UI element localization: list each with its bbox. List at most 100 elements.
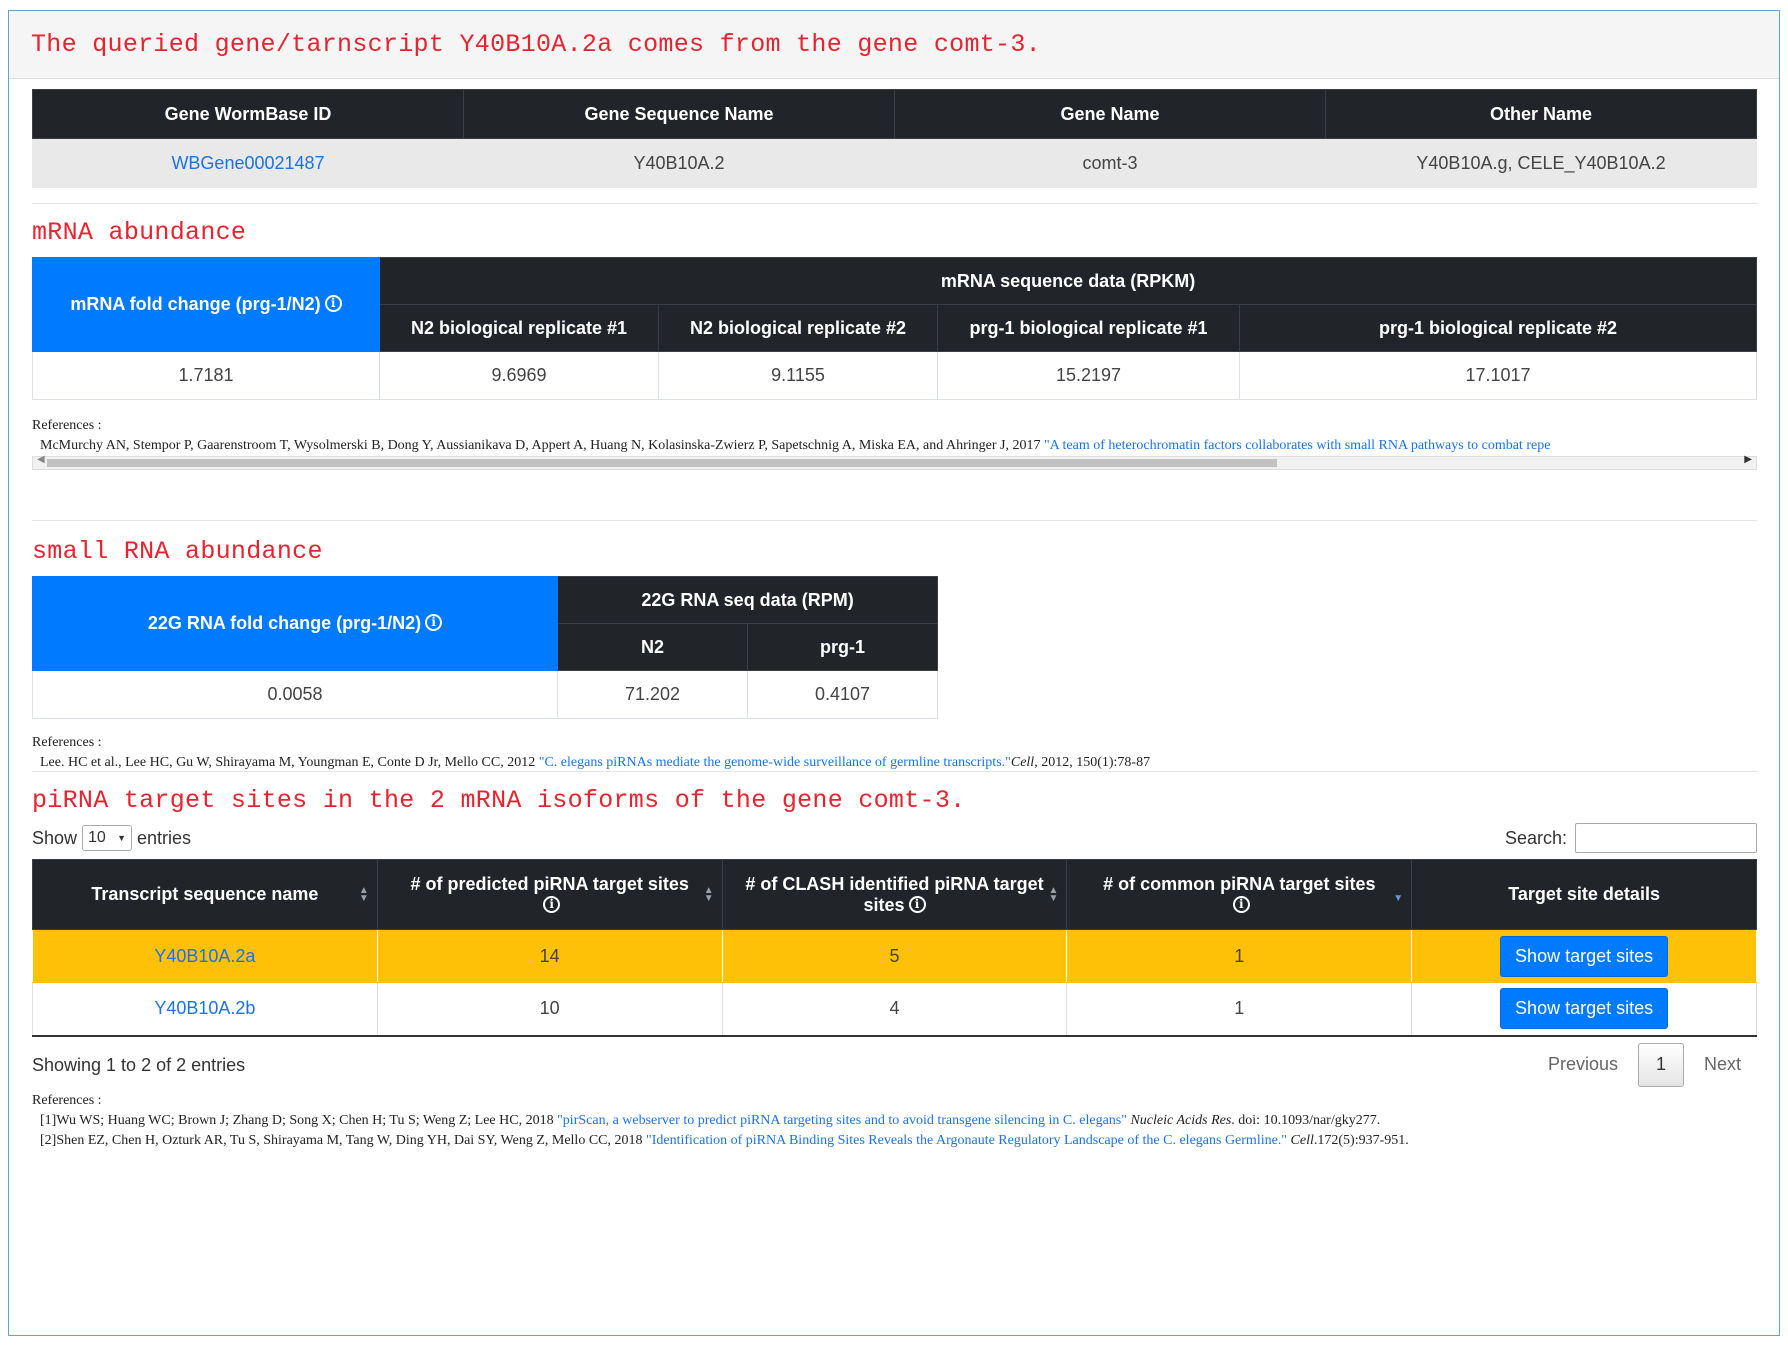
small-rna-table: 22G RNA fold change (prg-1/N2) i 22G RNA …	[32, 576, 938, 719]
transcript-link[interactable]: Y40B10A.2a	[154, 946, 255, 966]
info-icon[interactable]: i	[324, 295, 342, 312]
small-rna-fold-value: 0.0058	[32, 670, 558, 719]
reference-tail: , 2012, 150(1):78-87	[1034, 755, 1151, 770]
entries-select[interactable]: 10 ▼	[82, 825, 133, 851]
cell-sequence-name: Y40B10A.2	[463, 138, 895, 188]
mrna-fold-value: 1.7181	[32, 351, 380, 400]
col-header-transcript[interactable]: Transcript sequence name ▲ ▼	[32, 859, 378, 930]
divider	[32, 520, 1757, 521]
pirna-title: piRNA target sites in the 2 mRNA isoform…	[32, 786, 966, 815]
col-header-sequence-name: Gene Sequence Name	[463, 89, 895, 139]
cell-transcript: Y40B10A.2a	[32, 929, 378, 983]
table-footer: Showing 1 to 2 of 2 entries Previous 1 N…	[32, 1042, 1757, 1091]
reference-journal: Cell	[1010, 755, 1035, 770]
mrna-title: mRNA abundance	[32, 218, 247, 247]
sort-arrows-icon[interactable]: ▲ ▼	[1393, 885, 1403, 903]
sort-arrows-icon[interactable]: ▲ ▼	[704, 885, 714, 903]
header-prg1-rep1: prg-1 biological replicate #1	[937, 304, 1240, 352]
cell-predicted: 14	[376, 929, 723, 983]
cell-details: Show target sites	[1411, 982, 1757, 1036]
table-row: WBGene00021487 Y40B10A.2 comt-3 Y40B10A.…	[32, 138, 1757, 188]
search-label: Search:	[1504, 827, 1567, 848]
divider	[32, 771, 1757, 772]
header-n2: N2	[557, 623, 748, 671]
cell-predicted: 10	[376, 982, 723, 1036]
sort-arrows-icon[interactable]: ▲ ▼	[359, 885, 369, 903]
reference-link[interactable]: "Identification of piRNA Binding Sites R…	[646, 1133, 1287, 1148]
length-control: Show 10 ▼ entries	[32, 825, 191, 851]
gene-info-section: Gene WormBase ID Gene Sequence Name Gene…	[32, 89, 1757, 188]
info-icon[interactable]: i	[425, 614, 443, 631]
reference-journal: Nucleic Acids Res	[1130, 1112, 1232, 1128]
col-header-other-name: Other Name	[1325, 89, 1757, 139]
entries-select-value: 10	[88, 829, 106, 846]
reference-line: [1]Wu WS; Huang WC; Brown J; Zhang D; So…	[32, 1113, 1757, 1129]
reference-authors: [2]Shen EZ, Chen H, Ozturk AR, Tu S, Shi…	[40, 1132, 643, 1148]
reference-tail: .172(5):937-951.	[1313, 1132, 1409, 1148]
cell-clash: 4	[721, 982, 1068, 1036]
wormbase-id-link[interactable]: WBGene00021487	[171, 153, 324, 173]
transcript-link[interactable]: Y40B10A.2b	[154, 998, 255, 1018]
horizontal-scrollbar[interactable]: ◀ ▶	[32, 454, 1757, 470]
reference-journal: Cell	[1290, 1132, 1314, 1148]
reference-authors: Lee. HC et al., Lee HC, Gu W, Shirayama …	[40, 755, 536, 770]
mrna-fold-change-header: mRNA fold change (prg-1/N2) i	[32, 257, 380, 352]
cell-transcript: Y40B10A.2b	[32, 982, 378, 1036]
cell-details: Show target sites	[1411, 929, 1757, 983]
col-header-common[interactable]: # of common piRNA target sites i ▲ ▼	[1066, 859, 1413, 930]
gene-info-table: Gene WormBase ID Gene Sequence Name Gene…	[32, 89, 1757, 188]
info-icon[interactable]: i	[908, 895, 926, 913]
pirna-table: Transcript sequence name ▲ ▼ # of predicte…	[32, 859, 1757, 1037]
sort-arrows-icon[interactable]: ▲ ▼	[1048, 885, 1058, 903]
table-row: Y40B10A.2a 14 5 1 Show target sites	[32, 929, 1757, 983]
references-label: References :	[32, 735, 102, 750]
info-icon[interactable]: i	[543, 895, 561, 913]
table-info: Showing 1 to 2 of 2 entries	[32, 1054, 246, 1075]
result-panel: The queried gene/tarnscript Y40B10A.2a c…	[8, 10, 1780, 1336]
header-n2-rep1: N2 biological replicate #1	[379, 304, 659, 352]
reference-tail: . doi: 10.1093/nar/gky277.	[1231, 1112, 1381, 1128]
prg1-rep2-value: 17.1017	[1239, 351, 1757, 400]
reference-line: McMurchy AN, Stempor P, Gaarenstroom T, …	[32, 438, 1757, 454]
page-title: The queried gene/tarnscript Y40B10A.2a c…	[31, 30, 1041, 59]
arrow-right-icon[interactable]: ▶	[1744, 454, 1752, 465]
pirna-references: References : [1]Wu WS; Huang WC; Brown J…	[32, 1093, 1757, 1149]
show-target-sites-button[interactable]: Show target sites	[1500, 935, 1669, 977]
prg1-value: 0.4107	[747, 670, 938, 719]
n2-rep2-value: 9.1155	[658, 351, 938, 400]
header-label: # of CLASH identified piRNA target sites	[745, 873, 1044, 915]
page-1-button[interactable]: 1	[1637, 1042, 1684, 1087]
n2-value: 71.202	[557, 670, 748, 719]
reference-authors: [1]Wu WS; Huang WC; Brown J; Zhang D; So…	[40, 1112, 554, 1128]
small-rna-title: small RNA abundance	[32, 537, 323, 566]
references-label: References :	[32, 1092, 102, 1108]
chevron-down-icon: ▼	[117, 833, 127, 843]
col-header-details: Target site details	[1411, 859, 1757, 930]
search-input[interactable]	[1575, 823, 1757, 853]
show-target-sites-button[interactable]: Show target sites	[1500, 988, 1669, 1030]
header-label: Transcript sequence name	[91, 884, 319, 904]
cell-other-name: Y40B10A.g, CELE_Y40B10A.2	[1325, 138, 1757, 188]
mrna-references: References : McMurchy AN, Stempor P, Gaa…	[32, 418, 1757, 454]
arrow-left-icon[interactable]: ◀	[37, 454, 45, 465]
pagination: Previous 1 Next	[1548, 1042, 1741, 1087]
reference-link[interactable]: "C. elegans piRNAs mediate the genome-wi…	[539, 755, 1011, 770]
next-button[interactable]: Next	[1704, 1054, 1741, 1075]
col-header-clash[interactable]: # of CLASH identified piRNA target sites…	[721, 859, 1068, 930]
small-rna-fold-change-label: 22G RNA fold change (prg-1/N2)	[147, 613, 422, 633]
reference-authors: McMurchy AN, Stempor P, Gaarenstroom T, …	[40, 438, 1041, 453]
search-control: Search:	[1505, 823, 1757, 853]
prg1-rep1-value: 15.2197	[937, 351, 1240, 400]
col-header-predicted[interactable]: # of predicted piRNA target sites i ▲ ▼	[376, 859, 723, 930]
previous-button[interactable]: Previous	[1548, 1054, 1618, 1075]
reference-link[interactable]: "A team of heterochromatin factors colla…	[1044, 438, 1550, 453]
info-icon[interactable]: i	[1232, 895, 1250, 913]
scrollbar-thumb[interactable]	[47, 459, 1277, 467]
reference-link[interactable]: "pirScan, a webserver to predict piRNA t…	[557, 1113, 1127, 1128]
mrna-fold-change-label: mRNA fold change (prg-1/N2)	[70, 294, 321, 314]
header-label: # of common piRNA target sites	[1103, 873, 1376, 894]
table-row: Y40B10A.2b 10 4 1 Show target sites	[32, 982, 1757, 1036]
col-header-wormbase-id: Gene WormBase ID	[32, 89, 464, 139]
mrna-table: mRNA fold change (prg-1/N2) i mRNA sequen…	[32, 257, 1757, 400]
header-prg1: prg-1	[747, 623, 938, 671]
